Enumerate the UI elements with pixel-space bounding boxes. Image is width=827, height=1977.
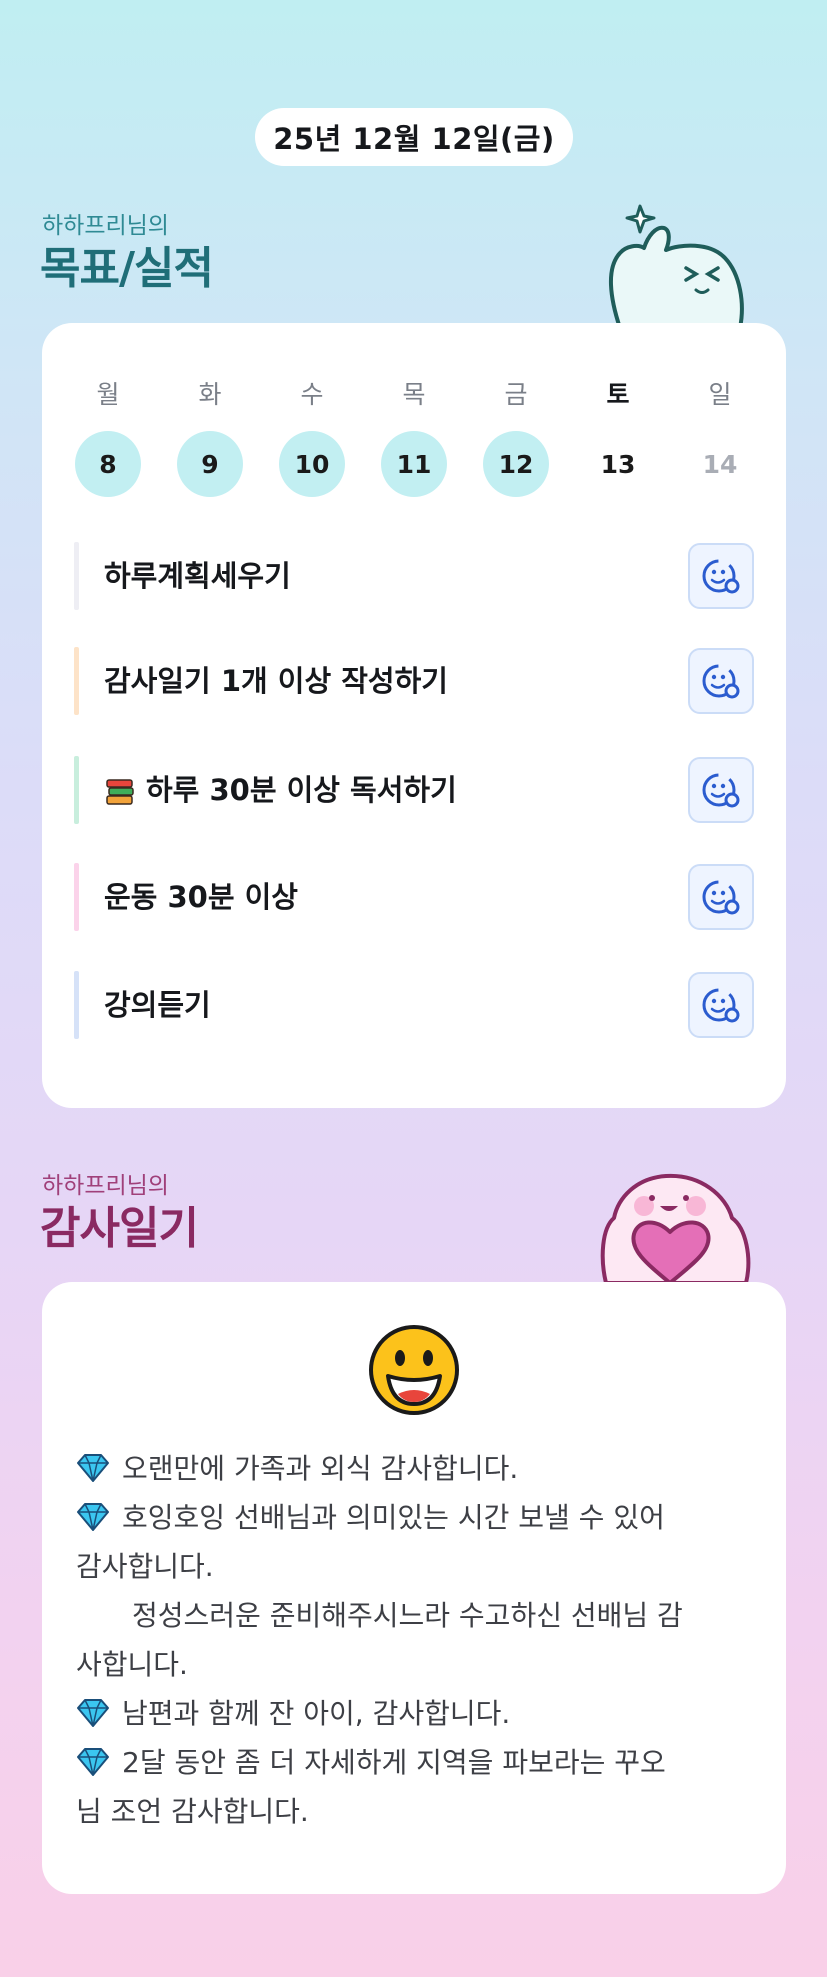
weekday-label: 월 [96, 380, 120, 409]
weekday-label: 일 [708, 380, 732, 409]
heart-mascot-icon [600, 1173, 751, 1283]
day-13[interactable]: 13 [585, 431, 651, 497]
goal-color-bar [74, 542, 79, 610]
goal-label: 감사일기 1개 이상 작성하기 [104, 664, 448, 698]
goal-label-wrap: 하루 30분 이상 독서하기 [104, 756, 457, 824]
goal-item[interactable]: 운동 30분 이상 [74, 863, 754, 931]
gem-icon [77, 1454, 109, 1482]
goal-label: 하루 30분 이상 독서하기 [146, 773, 457, 807]
goal-label: 강의듣기 [104, 988, 211, 1022]
goal-item[interactable]: 강의듣기 [74, 971, 754, 1039]
gratitude-section-title: 감사일기 [40, 1203, 199, 1254]
goal-status-button[interactable] [688, 757, 754, 823]
gratitude-line: 감사합니다. [76, 1550, 214, 1583]
weekday-label-today: 토 [606, 380, 630, 409]
goals-card: 월 화 수 목 금 토 일 8 9 10 11 12 13 14 하루계획세우기… [42, 323, 786, 1108]
goal-item[interactable]: 하루 30분 이상 독서하기 [74, 756, 754, 824]
weekday-label: 목 [402, 380, 426, 409]
goal-status-button[interactable] [688, 648, 754, 714]
gratitude-text: 2달 동안 좀 더 자세하게 지역을 파보라는 꾸오 [122, 1746, 666, 1779]
day-12[interactable]: 12 [483, 431, 549, 497]
smile-status-icon [702, 988, 740, 1023]
goal-status-button[interactable] [688, 543, 754, 609]
day-10[interactable]: 10 [279, 431, 345, 497]
weekday-label: 금 [504, 380, 528, 409]
week-days: 8 9 10 11 12 13 14 [42, 431, 786, 501]
day-14[interactable]: 14 [687, 431, 753, 497]
goal-status-button[interactable] [688, 972, 754, 1038]
goal-color-bar [74, 756, 79, 824]
goal-item[interactable]: 감사일기 1개 이상 작성하기 [74, 647, 754, 715]
gem-icon [77, 1748, 109, 1776]
cheering-mascot-icon [609, 204, 744, 328]
gratitude-entries: 오랜만에 가족과 외식 감사합니다. 호잉호잉 선배님과 의미있는 시간 보낼 … [76, 1444, 766, 1836]
weekday-header: 월 화 수 목 금 토 일 [42, 375, 786, 415]
gratitude-line: 님 조언 감사합니다. [76, 1795, 309, 1828]
gratitude-text: 호잉호잉 선배님과 의미있는 시간 보낼 수 있어 [122, 1501, 665, 1534]
gratitude-line: 사합니다. [76, 1648, 188, 1681]
gratitude-text: 오랜만에 가족과 외식 감사합니다. [122, 1452, 519, 1485]
gratitude-line: 오랜만에 가족과 외식 감사합니다. [76, 1444, 766, 1493]
weekday-label: 화 [198, 380, 222, 409]
books-emoji-icon [106, 779, 134, 805]
gem-icon [77, 1503, 109, 1531]
day-9[interactable]: 9 [177, 431, 243, 497]
gratitude-line: 남편과 함께 잔 아이, 감사합니다. [76, 1689, 766, 1738]
smile-status-icon [702, 773, 740, 808]
smile-status-icon [702, 559, 740, 594]
goal-color-bar [74, 863, 79, 931]
gratitude-card: 오랜만에 가족과 외식 감사합니다. 호잉호잉 선배님과 의미있는 시간 보낼 … [42, 1282, 786, 1894]
weekday-label: 수 [300, 380, 324, 409]
goal-label: 하루계획세우기 [104, 559, 291, 593]
day-8[interactable]: 8 [75, 431, 141, 497]
grinning-face-icon [369, 1325, 459, 1415]
gratitude-line: 호잉호잉 선배님과 의미있는 시간 보낼 수 있어 [76, 1493, 766, 1542]
goal-color-bar [74, 971, 79, 1039]
day-11[interactable]: 11 [381, 431, 447, 497]
smile-status-icon [702, 664, 740, 699]
goal-item[interactable]: 하루계획세우기 [74, 542, 754, 610]
goal-label: 운동 30분 이상 [104, 880, 298, 914]
smile-status-icon [702, 880, 740, 915]
gratitude-text: 남편과 함께 잔 아이, 감사합니다. [122, 1697, 511, 1730]
gratitude-line: 정성스러운 준비해주시느라 수고하신 선배님 감 [132, 1599, 683, 1632]
gem-icon [77, 1699, 109, 1727]
date-label[interactable]: 25년 12월 12일(금) [255, 108, 573, 166]
goal-status-button[interactable] [688, 864, 754, 930]
gratitude-line: 2달 동안 좀 더 자세하게 지역을 파보라는 꾸오 [76, 1738, 766, 1787]
goal-color-bar [74, 647, 79, 715]
goals-section-title: 목표/실적 [40, 243, 214, 294]
